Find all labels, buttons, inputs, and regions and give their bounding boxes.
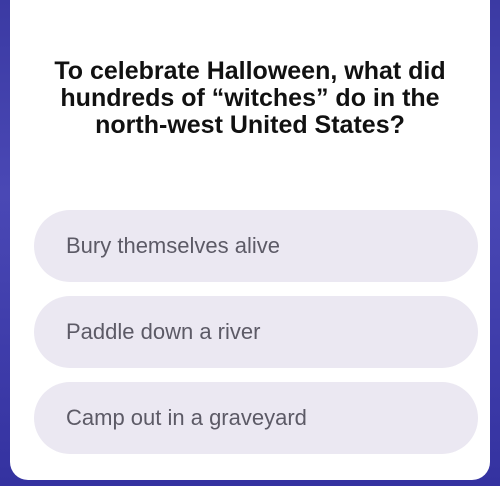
answer-option-2[interactable]: Paddle down a river (34, 296, 478, 368)
answer-option-1[interactable]: Bury themselves alive (34, 210, 478, 282)
answer-option-label: Bury themselves alive (66, 233, 280, 258)
answer-option-label: Camp out in a graveyard (66, 405, 307, 430)
answer-option-label: Paddle down a river (66, 319, 261, 344)
quiz-card: To celebrate Halloween, what did hundred… (10, 0, 490, 480)
answer-options: Bury themselves alive Paddle down a rive… (34, 210, 478, 468)
answer-option-3[interactable]: Camp out in a graveyard (34, 382, 478, 454)
question-text: To celebrate Halloween, what did hundred… (54, 57, 446, 139)
